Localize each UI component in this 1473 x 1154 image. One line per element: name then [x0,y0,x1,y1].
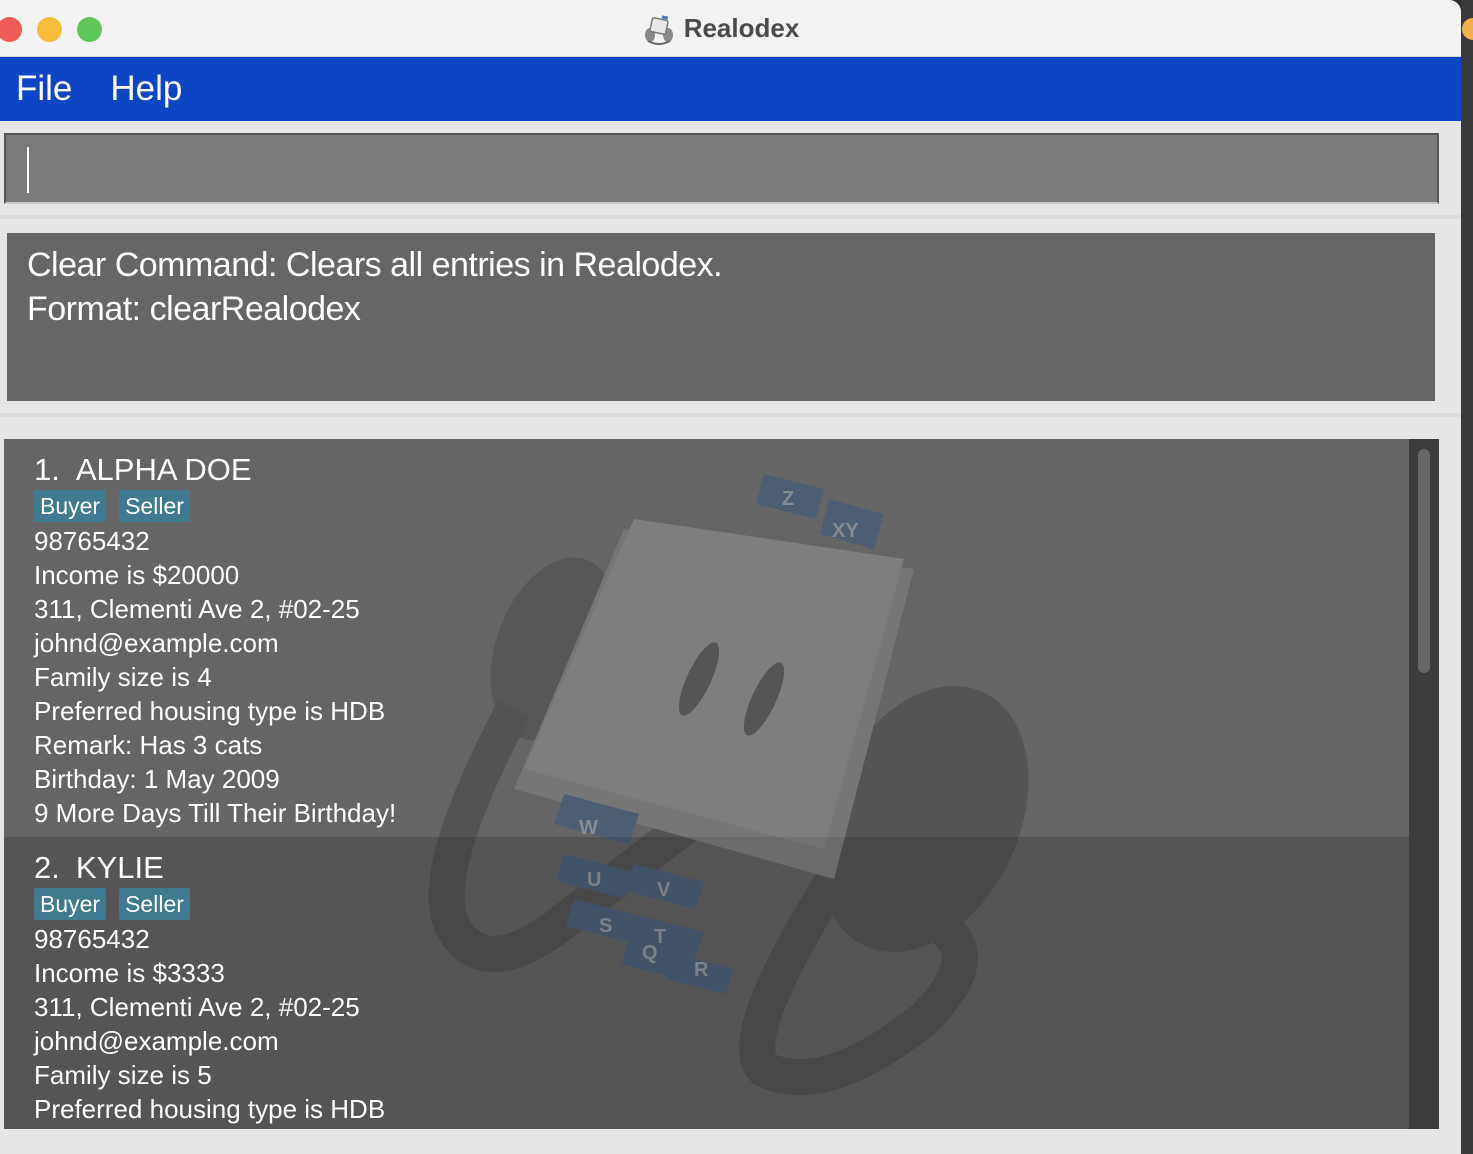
rolodex-watermark: Z XY W U V S T Q R [428,474,1029,1096]
scrollbar-thumb[interactable] [1418,449,1430,673]
result-line: Format: clearRealodex [27,290,361,328]
menu-file[interactable]: File [16,69,72,109]
divider [0,215,1461,219]
command-box [4,133,1439,204]
text-caret [27,147,29,193]
person-name: ALPHA DOE [75,452,252,487]
tab-label: Z [782,488,794,510]
bottom-status-strip [0,1129,1461,1154]
person-index: 2. [34,850,60,885]
command-input[interactable] [6,135,1437,202]
app-window: Realodex File Help Clear Command: Clears… [0,0,1461,1154]
tab-label: V [657,879,671,901]
menu-bar: File Help [0,57,1461,121]
menu-help[interactable]: Help [110,69,182,109]
tag-seller: Seller [119,888,190,920]
tab-label: Q [642,942,658,964]
tab-label: U [587,869,601,891]
window-title-group: Realodex [0,0,1461,57]
desktop-background [1461,0,1473,1154]
result-display: Clear Command: Clears all entries in Rea… [7,233,1435,401]
divider [0,413,1461,417]
window-title: Realodex [683,13,800,43]
result-line: Clear Command: Clears all entries in Rea… [27,246,723,284]
tag-buyer: Buyer [34,888,107,920]
tab-label: W [579,817,598,839]
tag-buyer: Buyer [34,490,107,522]
tab-label: R [694,959,709,981]
person-name: KYLIE [75,850,164,885]
person-index: 1. [34,452,60,487]
title-bar: Realodex [0,0,1461,57]
scrollbar[interactable] [1409,439,1439,1129]
person-list[interactable]: 1. ALPHA DOE Buyer Seller 98765432 Income… [4,439,1439,1129]
tab-label: S [599,915,612,937]
tab-label: XY [832,520,859,542]
tag-seller: Seller [119,490,190,522]
rolodex-icon [644,14,673,45]
